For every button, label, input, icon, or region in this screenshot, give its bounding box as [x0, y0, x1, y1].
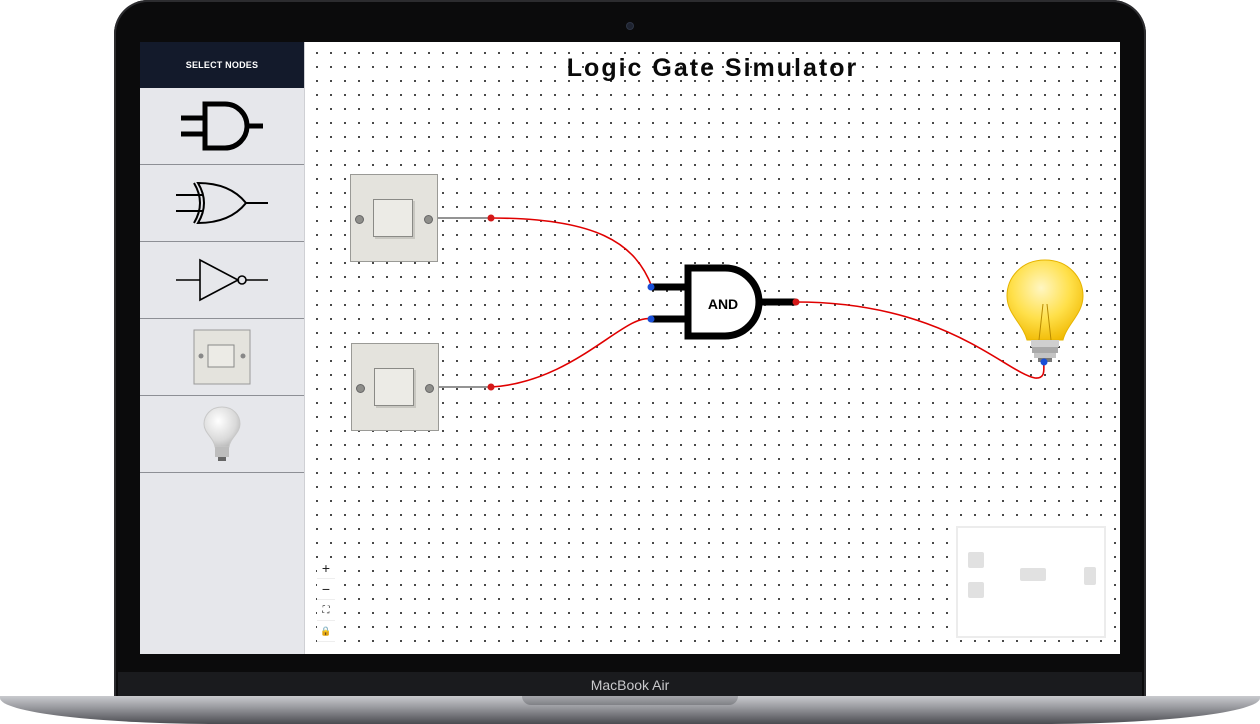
not-gate-icon: [176, 258, 268, 302]
zoom-out-button[interactable]: −: [317, 579, 335, 600]
switch-rocker[interactable]: [374, 368, 414, 406]
sidebar-item-or-gate[interactable]: [140, 165, 304, 242]
laptop-chin: MacBook Air: [118, 672, 1142, 698]
and-input-b-handle[interactable]: [647, 315, 655, 323]
and-gate-icon: [181, 101, 263, 151]
switch-icon: [193, 329, 251, 385]
node-sidebar: SELECT NODES: [140, 42, 305, 654]
and-output-handle[interactable]: [792, 298, 800, 306]
zoom-in-button[interactable]: +: [317, 558, 335, 579]
fit-view-button[interactable]: ⛶: [317, 600, 335, 621]
and-gate-label: AND: [708, 296, 738, 312]
sidebar-header: SELECT NODES: [140, 42, 304, 88]
screw-icon: [355, 215, 364, 224]
lock-button[interactable]: 🔒: [317, 621, 335, 642]
device-label: MacBook Air: [590, 677, 670, 693]
switch-1-output-handle[interactable]: [487, 214, 495, 222]
wire-and-to-bulb[interactable]: [795, 301, 1045, 379]
sidebar-item-switch[interactable]: [140, 319, 304, 396]
sidebar-item-not-gate[interactable]: [140, 242, 304, 319]
minimap-node: [968, 582, 984, 598]
sidebar-item-and-gate[interactable]: [140, 88, 304, 165]
wire-switch2-to-and[interactable]: [490, 317, 653, 388]
screw-icon: [356, 384, 365, 393]
bulb-node[interactable]: [1006, 259, 1084, 362]
bulb-input-handle[interactable]: [1040, 358, 1048, 366]
screw-icon: [425, 384, 434, 393]
minimap-node: [1020, 568, 1046, 581]
wire-switch1-to-and[interactable]: [490, 217, 653, 288]
sidebar-item-bulb[interactable]: [140, 396, 304, 473]
app-screen: SELECT NODES Logic Gate Simulator AND + …: [140, 42, 1120, 654]
switch-node-2[interactable]: [351, 343, 439, 431]
screw-icon: [424, 215, 433, 224]
flow-canvas[interactable]: Logic Gate Simulator AND + − ⛶ 🔒: [305, 42, 1120, 654]
minimap-node: [968, 552, 984, 568]
or-gate-icon: [176, 181, 268, 225]
switch-rocker[interactable]: [373, 199, 413, 237]
laptop-notch: [522, 696, 738, 705]
bulb-off-icon: [203, 406, 241, 461]
canvas-controls: + − ⛶ 🔒: [317, 558, 335, 642]
switch-2-output-handle[interactable]: [487, 383, 495, 391]
minimap[interactable]: [956, 526, 1106, 638]
minimap-node: [1084, 567, 1096, 585]
camera: [627, 23, 633, 29]
switch-node-1[interactable]: [350, 174, 438, 262]
and-input-a-handle[interactable]: [647, 283, 655, 291]
